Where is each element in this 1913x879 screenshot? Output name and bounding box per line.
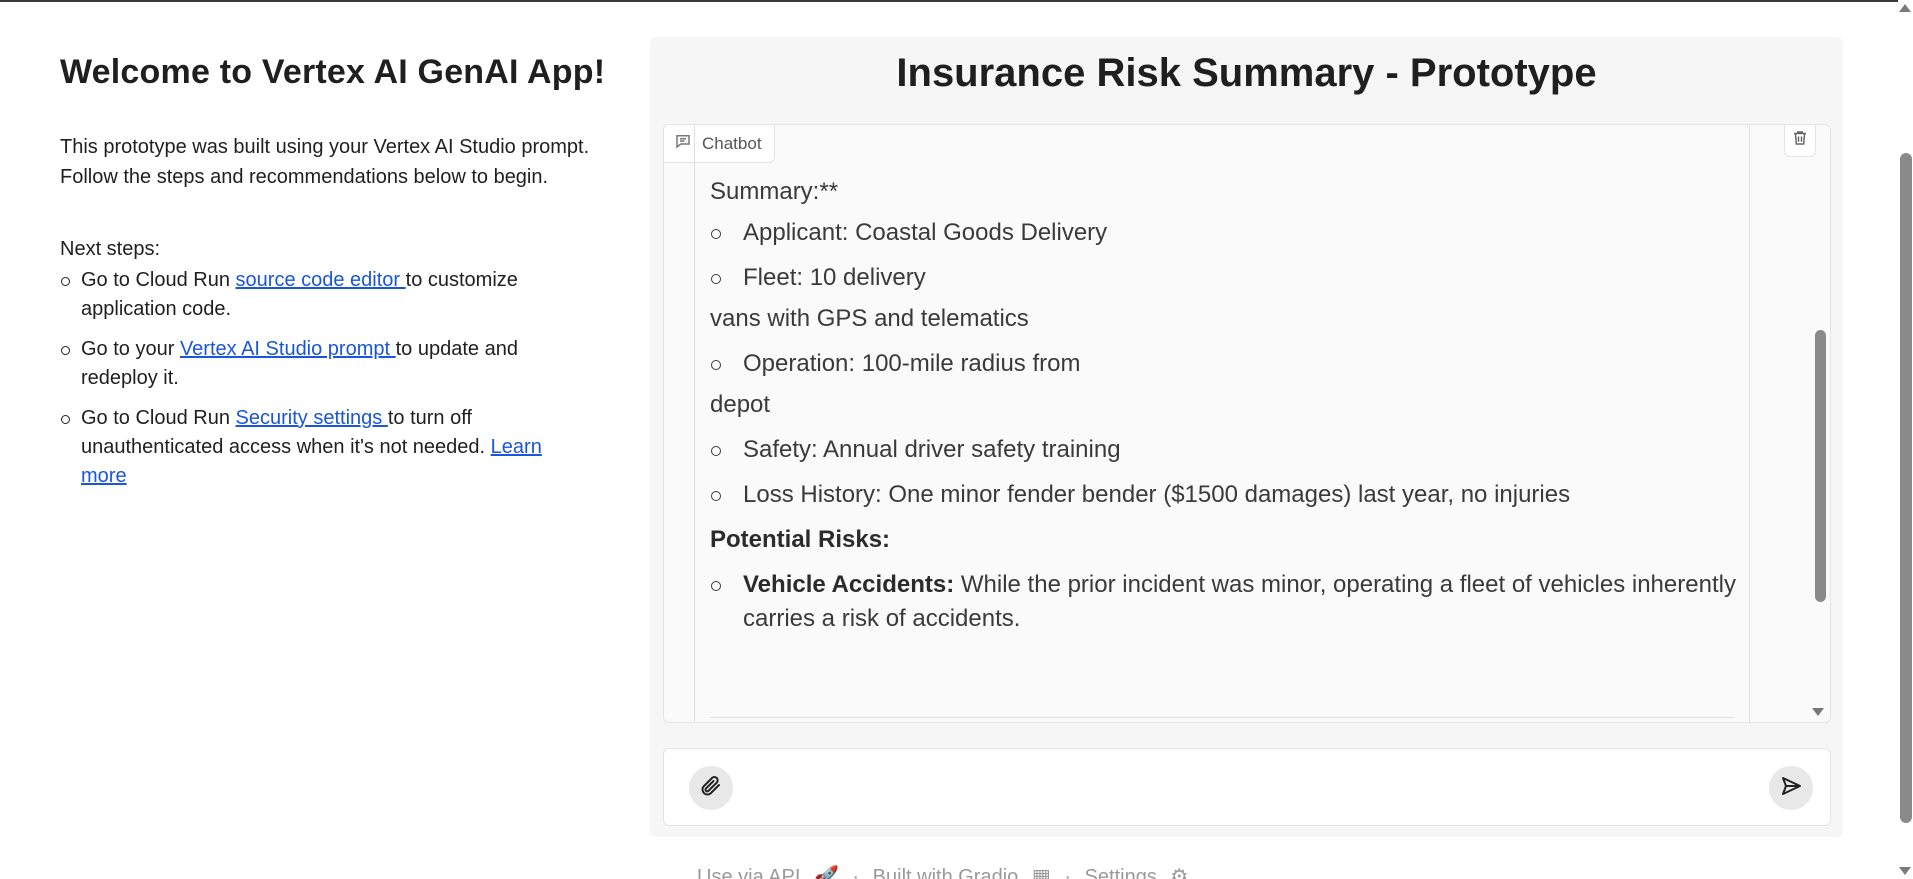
- welcome-panel: Welcome to Vertex AI GenAI App! This pro…: [60, 48, 610, 502]
- page-scrollbar[interactable]: [1898, 0, 1913, 879]
- use-via-api-link[interactable]: Use via API: [697, 866, 800, 879]
- list-item: Operation: 100-mile radius from: [710, 347, 1749, 381]
- section-heading: Potential Risks:: [710, 526, 891, 553]
- message-composer: [663, 748, 1831, 826]
- send-icon: [1779, 774, 1803, 803]
- next-steps-label: Next steps:: [60, 238, 161, 260]
- intro-text: This prototype was built using your Vert…: [60, 136, 590, 188]
- message-input[interactable]: [754, 769, 1714, 807]
- chat-scrollbar-thumb[interactable]: [1815, 330, 1826, 602]
- risk-label: Vehicle Accidents:: [743, 571, 955, 598]
- list-item: Safety: Annual driver safety training: [710, 433, 1749, 467]
- source-code-editor-link[interactable]: source code editor: [236, 269, 406, 291]
- gear-icon: ⚙: [1170, 866, 1189, 879]
- step-item: Go to Cloud Run Security settings to tur…: [60, 404, 570, 491]
- list-item: Applicant: Coastal Goods Delivery: [710, 216, 1749, 250]
- app-panel: Insurance Risk Summary - Prototype Chatb…: [650, 37, 1843, 837]
- step-item: Go to your Vertex AI Studio prompt to up…: [60, 335, 570, 393]
- paperclip-icon: [699, 774, 723, 803]
- message-line: depot: [710, 391, 771, 418]
- page-scrollbar-thumb[interactable]: [1900, 153, 1912, 823]
- security-settings-link[interactable]: Security settings: [236, 407, 388, 429]
- chatbot[interactable]: Chatbot Summary:** Applicant: Coastal Go…: [663, 124, 1831, 723]
- list-item: Loss History: One minor fender bender ($…: [710, 478, 1749, 512]
- vertex-ai-studio-prompt-link[interactable]: Vertex AI Studio prompt: [180, 338, 396, 360]
- welcome-title: Welcome to Vertex AI GenAI App!: [60, 53, 606, 91]
- attach-button[interactable]: [689, 766, 733, 810]
- clear-chat-button[interactable]: [1784, 125, 1816, 157]
- page-scroll-down-arrow[interactable]: [1899, 867, 1911, 875]
- window-top-border: [0, 0, 1913, 2]
- send-button[interactable]: [1769, 766, 1813, 810]
- list-item: Vehicle Accidents: While the prior incid…: [710, 568, 1749, 636]
- chat-scroll-down-arrow[interactable]: [1812, 708, 1824, 716]
- message-line: vans with GPS and telematics: [710, 305, 1029, 332]
- divider: [710, 717, 1734, 718]
- rocket-icon: 🚀: [813, 866, 839, 879]
- next-steps-list: Go to Cloud Run source code editor to cu…: [60, 266, 610, 491]
- message-line: Summary:**: [710, 178, 839, 205]
- trash-icon: [1791, 129, 1809, 152]
- app-title: Insurance Risk Summary - Prototype: [896, 51, 1597, 95]
- gradio-logo-icon: ▦: [1031, 866, 1051, 879]
- bot-message: Summary:** Applicant: Coastal Goods Deli…: [694, 125, 1750, 722]
- built-with-gradio-link[interactable]: Built with Gradio: [873, 866, 1019, 879]
- list-item: Fleet: 10 delivery: [710, 261, 1749, 295]
- step-item: Go to Cloud Run source code editor to cu…: [60, 266, 570, 324]
- settings-link[interactable]: Settings: [1085, 866, 1157, 879]
- chat-icon: [674, 132, 692, 155]
- page-scroll-up-arrow[interactable]: [1899, 4, 1911, 12]
- footer: Use via API 🚀 · Built with Gradio ▦ · Se…: [697, 864, 1196, 879]
